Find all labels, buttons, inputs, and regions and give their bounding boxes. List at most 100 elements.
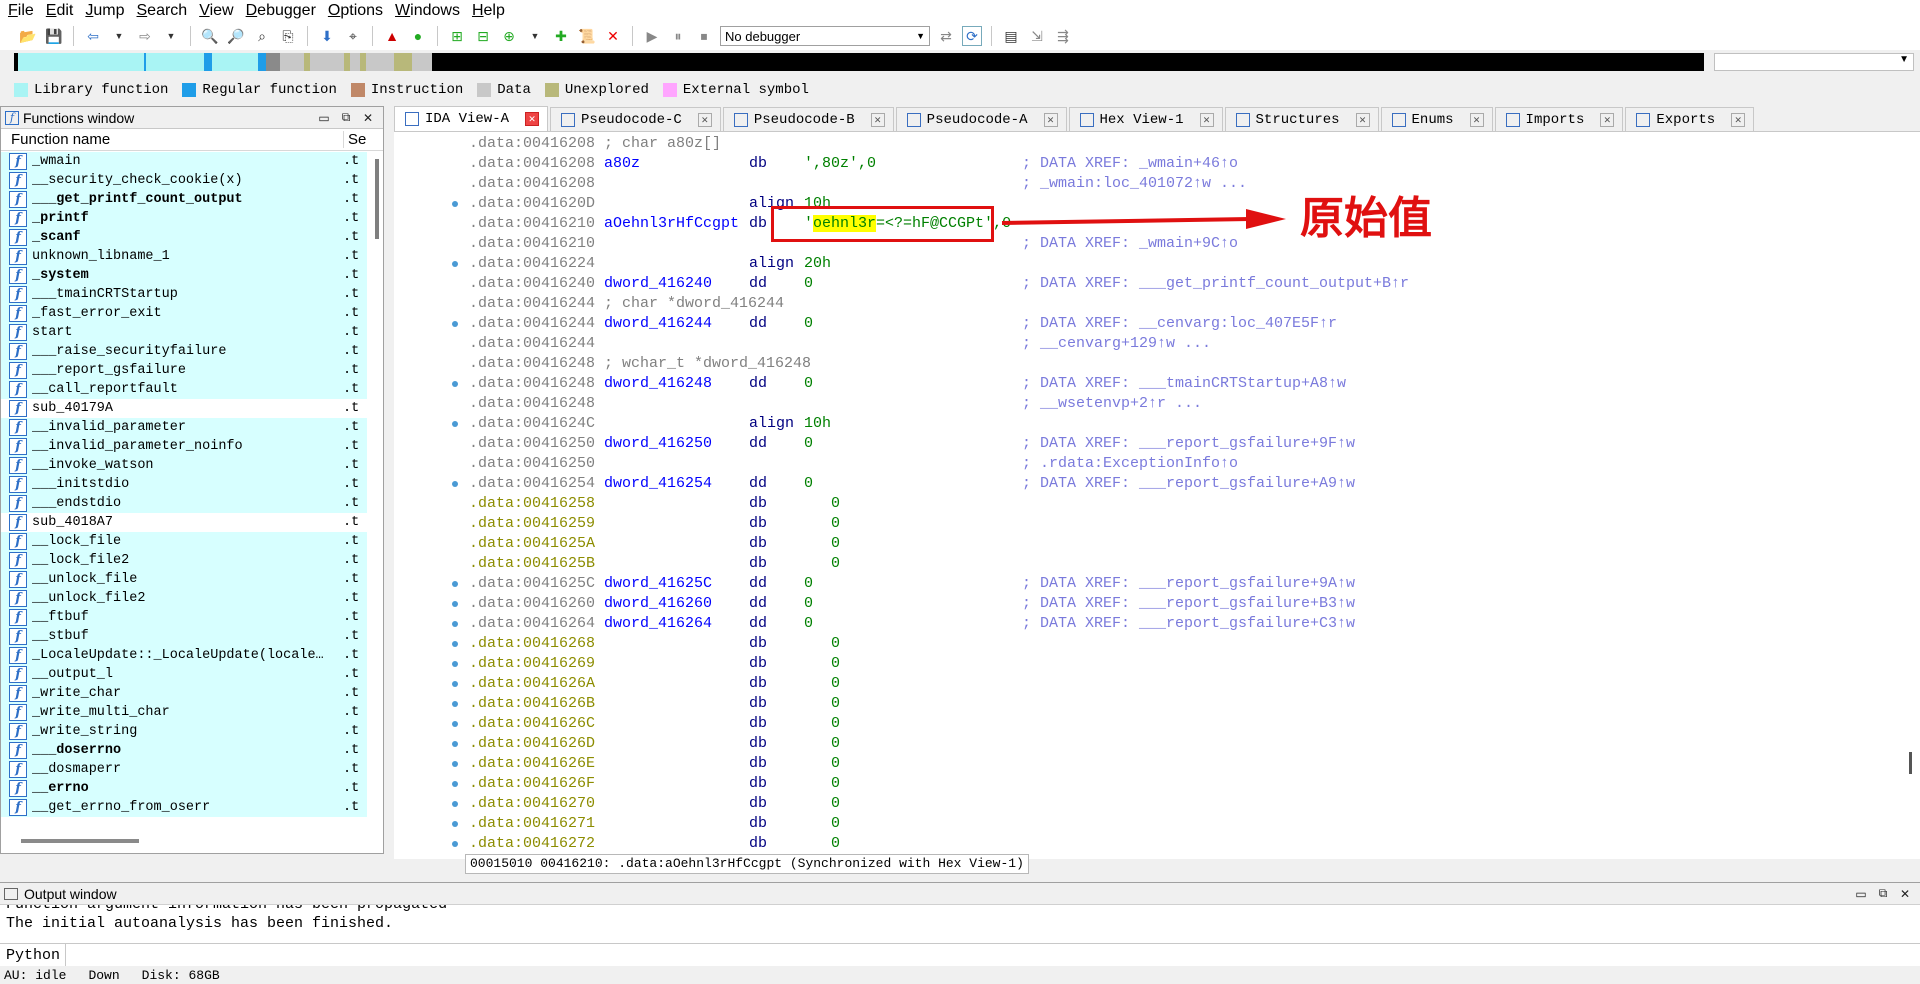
menu-windows[interactable]: Windows	[391, 0, 468, 22]
function-row[interactable]: f ___doserrno .t	[1, 741, 367, 760]
menu-search[interactable]: Search	[133, 0, 196, 22]
function-row[interactable]: f __lock_file .t	[1, 532, 367, 551]
function-row[interactable]: f __unlock_file2 .t	[1, 589, 367, 608]
close-red-icon[interactable]: ✕	[603, 26, 623, 46]
line-xref[interactable]: ; DATA XREF: __cenvarg:loc_407E5F↑r	[1022, 315, 1337, 332]
ida-view-disassembly[interactable]: .data:00416208; char a80z[] .data:0041620…	[394, 131, 1920, 859]
tab-pseudocode-b[interactable]: Pseudocode-B ✕	[722, 107, 894, 131]
function-row[interactable]: f ___tmainCRTStartup .t	[1, 285, 367, 304]
restore-icon[interactable]: ▭	[1850, 887, 1872, 901]
line-label[interactable]: dword_416264	[604, 614, 749, 634]
add-enum-icon[interactable]: ⊕	[499, 26, 519, 46]
line-xref[interactable]: ; .rdata:ExceptionInfo↑o	[1022, 455, 1238, 472]
navigation-band[interactable]: ▼	[0, 50, 1920, 74]
line-label[interactable]: dword_416254	[604, 474, 749, 494]
line-label[interactable]: dword_416260	[604, 594, 749, 614]
function-row[interactable]: f __invalid_parameter_noinfo .t	[1, 437, 367, 456]
jump-down-icon[interactable]: ⬇	[317, 26, 337, 46]
back-arrow-icon[interactable]: ⇦	[83, 26, 103, 46]
stop-icon[interactable]: ⏹	[694, 26, 714, 46]
disassembly-line[interactable]: .data:00416269 db 0	[469, 654, 1869, 674]
close-icon[interactable]: ✕	[1043, 112, 1058, 127]
tab-imports[interactable]: Imports ✕	[1494, 107, 1624, 131]
disassembly-line[interactable]: .data:00416208 ; _wmain:loc_401072↑w ...	[469, 174, 1869, 194]
disassembly-line[interactable]: .data:0041626B db 0	[469, 694, 1869, 714]
line-label[interactable]: a80z	[604, 154, 749, 174]
close-icon[interactable]: ✕	[525, 112, 540, 126]
disassembly-line[interactable]: .data:00416271 db 0	[469, 814, 1869, 834]
line-xref[interactable]: ; DATA XREF: _wmain+46↑o	[1022, 155, 1238, 172]
float-icon[interactable]: ⧉	[335, 110, 357, 125]
line-xref[interactable]: ; DATA XREF: ___report_gsfailure+9A↑w	[1022, 575, 1355, 592]
line-label[interactable]: dword_416248	[604, 374, 749, 394]
tab-exports[interactable]: Exports ✕	[1625, 107, 1755, 131]
function-row[interactable]: f unknown_libname_1 .t	[1, 247, 367, 266]
function-row[interactable]: f ___raise_securityfailure .t	[1, 342, 367, 361]
disassembly-line[interactable]: .data:00416210 ; DATA XREF: _wmain+9C↑o	[469, 234, 1869, 254]
line-label[interactable]: aOehnl3rHfCcgpt	[604, 214, 749, 234]
menu-options[interactable]: Options	[324, 0, 391, 22]
menu-view[interactable]: View	[195, 0, 241, 22]
disassembly-line[interactable]: .data:00416244 ; __cenvarg+129↑w ...	[469, 334, 1869, 354]
tab-structures[interactable]: Structures ✕	[1224, 107, 1379, 131]
line-xref[interactable]: ; __cenvarg+129↑w ...	[1022, 335, 1211, 352]
disassembly-line[interactable]: .data:00416260 dword_416260 dd 0 ; DATA XREF…	[469, 594, 1869, 614]
disassembly-line[interactable]: .data:00416248 dword_416248 dd 0 ; DATA XREF…	[469, 374, 1869, 394]
line-xref[interactable]: ; DATA XREF: ___report_gsfailure+9F↑w	[1022, 435, 1355, 452]
function-row[interactable]: f __stbuf .t	[1, 627, 367, 646]
function-row[interactable]: f __ftbuf .t	[1, 608, 367, 627]
function-row[interactable]: f sub_40179A .t	[1, 399, 367, 418]
close-icon[interactable]: ✕	[1469, 112, 1484, 127]
forward-arrow-icon[interactable]: ⇨	[135, 26, 155, 46]
function-row[interactable]: f _printf .t	[1, 209, 367, 228]
line-label[interactable]: dword_416250	[604, 434, 749, 454]
add-struct-icon[interactable]: ⊟	[473, 26, 493, 46]
tab-pseudocode-c[interactable]: Pseudocode-C ✕	[550, 107, 721, 131]
disassembly-line[interactable]: .data:00416272 db 0	[469, 834, 1869, 854]
nav-dropdown[interactable]: ▼	[1714, 53, 1914, 71]
disassembly-line[interactable]: .data:00416250 ; .rdata:ExceptionInfo↑o	[469, 454, 1869, 474]
open-folder-icon[interactable]: 📂	[18, 26, 38, 46]
add-segment-icon[interactable]: ⊞	[447, 26, 467, 46]
function-row[interactable]: f _wmain .t	[1, 152, 367, 171]
search-text-icon[interactable]: 🔎	[226, 26, 246, 46]
functions-horizontal-scrollbar[interactable]	[21, 839, 139, 843]
disassembly-line[interactable]: .data:0041626E db 0	[469, 754, 1869, 774]
restore-icon[interactable]: ▭	[313, 111, 335, 125]
function-row[interactable]: f ___initstdio .t	[1, 475, 367, 494]
close-icon[interactable]: ✕	[1894, 887, 1916, 901]
search-next-icon[interactable]: ⌖	[343, 26, 363, 46]
function-row[interactable]: f ___endstdio .t	[1, 494, 367, 513]
column-header-function-name[interactable]: Function name	[1, 131, 343, 148]
tab-enums[interactable]: Enums ✕	[1380, 107, 1493, 131]
scrollbar-thumb[interactable]	[375, 159, 379, 239]
disassembly-line[interactable]: .data:00416244 ; char *dword_416244	[469, 294, 1869, 314]
function-row[interactable]: f ___report_gsfailure .t	[1, 361, 367, 380]
step-into-icon[interactable]: ⇲	[1027, 26, 1047, 46]
line-label[interactable]: dword_41625C	[604, 574, 749, 594]
search-binary-icon[interactable]: 🔍	[200, 26, 220, 46]
disassembly-line[interactable]: .data:0041626F db 0	[469, 774, 1869, 794]
line-xref[interactable]: ; DATA XREF: _wmain+9C↑o	[1022, 235, 1238, 252]
function-row[interactable]: f __unlock_file .t	[1, 570, 367, 589]
function-row[interactable]: f __invalid_parameter .t	[1, 418, 367, 437]
script-icon[interactable]: 📜	[577, 26, 597, 46]
green-circle-icon[interactable]: ●	[408, 26, 428, 46]
disassembly-line[interactable]: .data:00416259 db 0	[469, 514, 1869, 534]
chevron-down-icon[interactable]: ▼	[109, 26, 129, 46]
tab-ida-view-a[interactable]: IDA View-A ✕	[394, 106, 549, 131]
disassembly-scrollbar-thumb[interactable]	[1909, 752, 1912, 774]
disassembly-line[interactable]: .data:00416268 db 0	[469, 634, 1869, 654]
close-icon[interactable]: ✕	[357, 111, 379, 125]
step-over-icon[interactable]: ⇶	[1053, 26, 1073, 46]
float-icon[interactable]: ⧉	[1872, 886, 1894, 901]
disassembly-line[interactable]: .data:0041624C align 10h	[469, 414, 1869, 434]
line-xref[interactable]: ; _wmain:loc_401072↑w ...	[1022, 175, 1247, 192]
function-row[interactable]: f __dosmaperr .t	[1, 760, 367, 779]
function-row[interactable]: f _LocaleUpdate::_LocaleUpdate(locale… .t	[1, 646, 367, 665]
line-xref[interactable]: ; DATA XREF: ___report_gsfailure+B3↑w	[1022, 595, 1355, 612]
disassembly-line[interactable]: .data:0041626A db 0	[469, 674, 1869, 694]
menu-debugger[interactable]: Debugger	[242, 0, 324, 22]
function-row[interactable]: f _write_multi_char .t	[1, 703, 367, 722]
line-xref[interactable]: ; __wsetenvp+2↑r ...	[1022, 395, 1202, 412]
